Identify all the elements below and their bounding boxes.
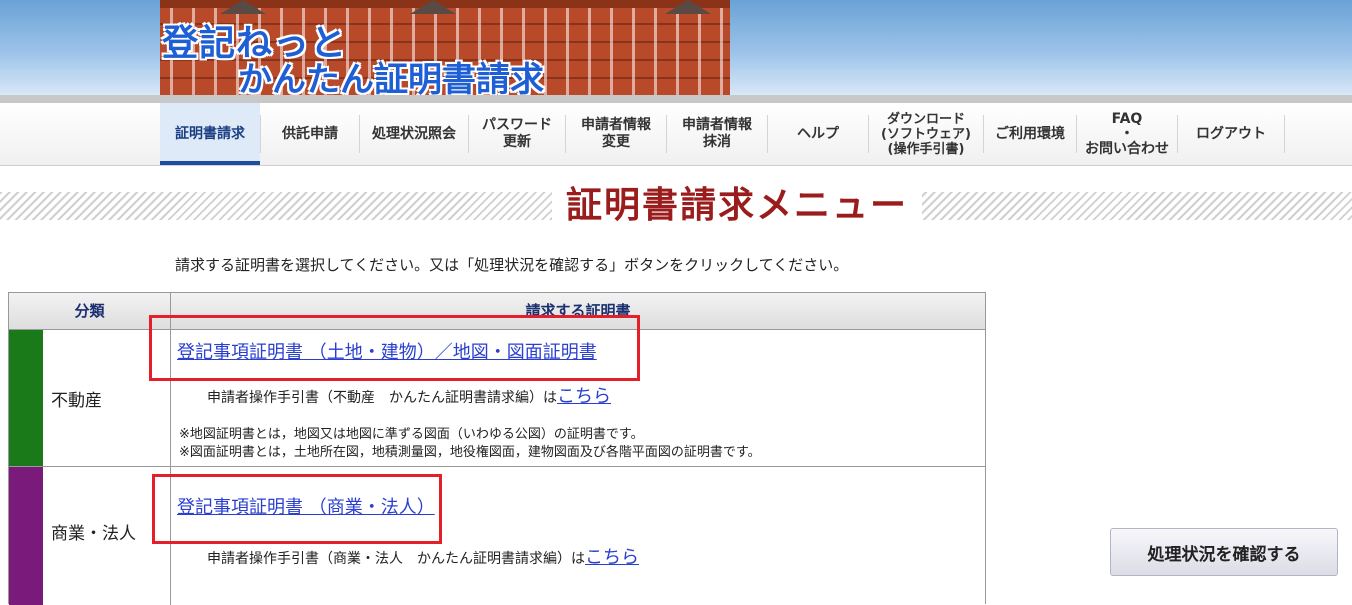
nav-item-environment[interactable]: ご利用環境 xyxy=(984,103,1076,165)
real-estate-manual-line: 申請者操作手引書（不動産 かんたん証明書請求編）はこちら xyxy=(207,382,611,408)
table-row-commercial: 商業・法人 登記事項証明書 （商業・法人） 申請者操作手引書（商業・法人 かんた… xyxy=(9,467,985,605)
category-label-commercial: 商業・法人 xyxy=(51,524,136,544)
certificate-table: 分類 請求する証明書 不動産 登記事項証明書 （土地・建物）／地図・図面証明書 … xyxy=(8,292,986,605)
nav-item-deposit-application[interactable]: 供託申請 xyxy=(261,103,359,165)
nav-item-processing-status[interactable]: 処理状況照会 xyxy=(360,103,468,165)
instruction-text: 請求する証明書を選択してください。又は「処理状況を確認する」ボタンをクリックして… xyxy=(175,256,849,274)
nav-item-help[interactable]: ヘルプ xyxy=(768,103,868,165)
nav-item-certificate-request[interactable]: 証明書請求 xyxy=(160,103,260,165)
note-map-certificate: ※地図証明書とは，地図又は地図に準ずる図面（いわゆる公図）の証明書です。 xyxy=(179,427,644,442)
manual-text: 申請者操作手引書（商業・法人 かんたん証明書請求編）は xyxy=(207,551,585,567)
main-nav: 証明書請求 供託申請 処理状況照会 パスワード 更新 申請者情報 変更 申請者情… xyxy=(0,103,1352,166)
table-header: 分類 請求する証明書 xyxy=(9,293,985,330)
manual-text: 申請者操作手引書（不動産 かんたん証明書請求編）は xyxy=(207,390,557,406)
commercial-manual-line: 申請者操作手引書（商業・法人 かんたん証明書請求編）はこちら xyxy=(207,543,639,569)
nav-item-download[interactable]: ダウンロード (ソフトウェア) (操作手引書) xyxy=(869,103,983,165)
table-row-real-estate: 不動産 登記事項証明書 （土地・建物）／地図・図面証明書 申請者操作手引書（不動… xyxy=(9,330,985,467)
nav-item-applicant-delete[interactable]: 申請者情報 抹消 xyxy=(667,103,767,165)
commercial-certificate-link[interactable]: 登記事項証明書 （商業・法人） xyxy=(177,493,435,519)
real-estate-certificate-link[interactable]: 登記事項証明書 （土地・建物）／地図・図面証明書 xyxy=(177,338,597,364)
nav-item-logout[interactable]: ログアウト xyxy=(1178,103,1284,165)
category-color-bar xyxy=(9,330,43,466)
nav-separator xyxy=(1284,115,1285,153)
header-certificate: 請求する証明書 xyxy=(525,302,631,320)
header-category: 分類 xyxy=(74,302,105,320)
commercial-manual-link[interactable]: こちら xyxy=(585,547,639,568)
nav-item-faq[interactable]: FAQ ・ お問い合わせ xyxy=(1077,103,1177,165)
check-processing-status-button[interactable]: 処理状況を確認する xyxy=(1110,528,1338,576)
note-drawing-certificate: ※図面証明書とは，土地所在図，地積測量図，地役権図面，建物図面及び各階平面図の証… xyxy=(179,445,761,460)
banner-separator xyxy=(0,95,1352,103)
category-color-bar xyxy=(9,467,43,605)
category-label-real-estate: 不動産 xyxy=(51,391,102,411)
real-estate-manual-link[interactable]: こちら xyxy=(557,386,611,407)
logo-line2: かんたん証明書請求 xyxy=(238,60,544,100)
nav-item-applicant-change[interactable]: 申請者情報 変更 xyxy=(566,103,666,165)
page-title: 証明書請求メニュー xyxy=(552,180,922,232)
nav-item-password-update[interactable]: パスワード 更新 xyxy=(469,103,565,165)
